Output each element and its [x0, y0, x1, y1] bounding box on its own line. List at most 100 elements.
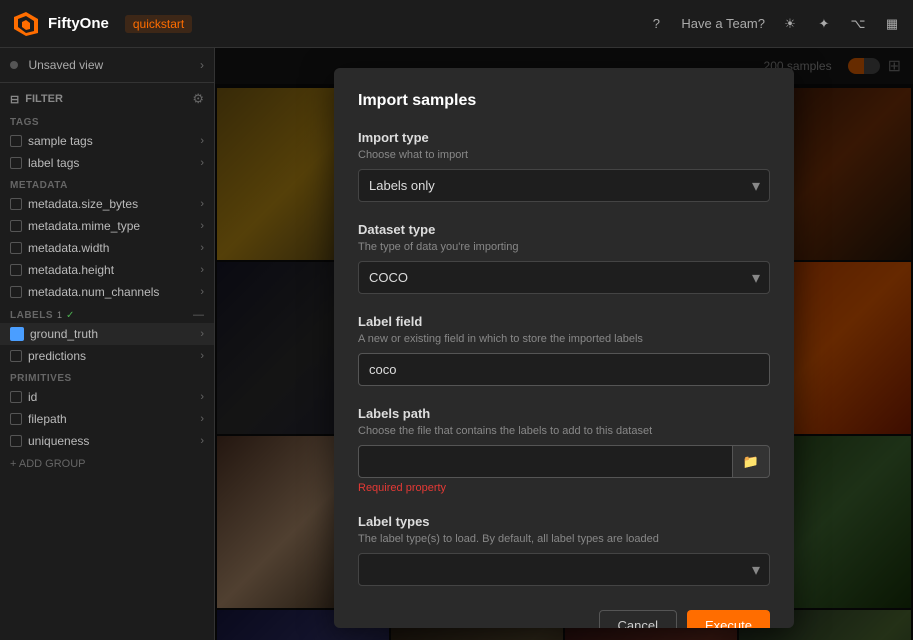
dataset-type-sublabel: The type of data you're importing [358, 241, 770, 253]
sun-icon[interactable]: ☀ [781, 15, 799, 33]
tags-section-title: TAGS [0, 111, 214, 130]
logo[interactable]: FiftyOne [12, 10, 109, 38]
filter-funnel-icon: ⊟ [10, 93, 19, 106]
sidebar-item-metadata-channels[interactable]: metadata.num_channels › [0, 281, 214, 303]
ground-truth-color-icon [10, 327, 24, 341]
predictions-label: predictions [28, 349, 86, 363]
metadata-channels-expand-icon[interactable]: › [200, 286, 204, 298]
unsaved-view-label: Unsaved view [28, 58, 103, 72]
logo-icon [12, 10, 40, 38]
sample-tags-checkbox[interactable] [10, 135, 22, 147]
label-field-label: Label field [358, 314, 770, 329]
label-types-select[interactable]: Detection Segmentation Keypoints [358, 553, 770, 586]
import-type-select[interactable]: Labels only Samples Labels and samples [358, 169, 770, 202]
filter-title-label: ⊟ FILTER [10, 93, 63, 106]
id-label: id [28, 390, 37, 404]
metadata-size-checkbox[interactable] [10, 198, 22, 210]
labels-path-sublabel: Choose the file that contains the labels… [358, 425, 770, 437]
import-samples-modal: Import samples Import type Choose what t… [334, 68, 794, 628]
label-types-label: Label types [358, 514, 770, 529]
labels-path-section: Labels path Choose the file that contain… [358, 406, 770, 494]
view-dot [10, 61, 18, 69]
predictions-expand-icon[interactable]: › [200, 350, 204, 362]
metadata-width-label: metadata.width [28, 241, 109, 255]
metadata-width-expand-icon[interactable]: › [200, 242, 204, 254]
label-types-select-wrapper: Detection Segmentation Keypoints [358, 553, 770, 586]
filter-header: ⊟ FILTER ⚙ [0, 83, 214, 111]
metadata-mime-checkbox[interactable] [10, 220, 22, 232]
cancel-button[interactable]: Cancel [599, 610, 677, 628]
sidebar-item-predictions[interactable]: predictions › [0, 345, 214, 367]
labels-collapse-icon[interactable]: — [193, 309, 204, 321]
help-icon[interactable]: ? [647, 15, 665, 33]
sidebar-item-sample-tags[interactable]: sample tags › [0, 130, 214, 152]
metadata-channels-checkbox[interactable] [10, 286, 22, 298]
predictions-checkbox[interactable] [10, 350, 22, 362]
metadata-mime-expand-icon[interactable]: › [200, 220, 204, 232]
execute-button[interactable]: Execute [687, 610, 770, 628]
label-tags-label: label tags [28, 156, 79, 170]
metadata-size-expand-icon[interactable]: › [200, 198, 204, 210]
sidebar-item-metadata-mime[interactable]: metadata.mime_type › [0, 215, 214, 237]
dataset-type-label: Dataset type [358, 222, 770, 237]
sidebar-item-ground-truth[interactable]: ground_truth › [0, 323, 214, 345]
filepath-label: filepath [28, 412, 67, 426]
sidebar-item-metadata-height[interactable]: metadata.height › [0, 259, 214, 281]
import-type-label: Import type [358, 130, 770, 145]
grid-icon[interactable]: ✦ [815, 15, 833, 33]
uniqueness-label: uniqueness [28, 434, 89, 448]
sidebar-item-uniqueness[interactable]: uniqueness › [0, 430, 214, 452]
labels-path-input[interactable] [358, 445, 732, 478]
metadata-section-title: METADATA [0, 174, 214, 193]
github-icon[interactable]: ⌥ [849, 15, 867, 33]
sample-tags-expand-icon[interactable]: › [200, 135, 204, 147]
view-row[interactable]: Unsaved view › [0, 48, 214, 83]
metadata-size-label: metadata.size_bytes [28, 197, 138, 211]
filepath-expand-icon[interactable]: › [200, 413, 204, 425]
uniqueness-checkbox[interactable] [10, 435, 22, 447]
uniqueness-expand-icon[interactable]: › [200, 435, 204, 447]
dataset-type-section: Dataset type The type of data you're imp… [358, 222, 770, 294]
modal-footer: Cancel Execute [358, 610, 770, 628]
sidebar-item-label-tags[interactable]: label tags › [0, 152, 214, 174]
label-field-input[interactable] [358, 353, 770, 386]
app-name: FiftyOne [48, 15, 109, 32]
id-checkbox[interactable] [10, 391, 22, 403]
filepath-checkbox[interactable] [10, 413, 22, 425]
labels-count-badge: 1 [57, 310, 62, 320]
topbar: FiftyOne quickstart ? Have a Team? ☀ ✦ ⌥… [0, 0, 913, 48]
sidebar-item-metadata-size[interactable]: metadata.size_bytes › [0, 193, 214, 215]
view-chevron-icon: › [200, 58, 204, 72]
filter-settings-icon[interactable]: ⚙ [192, 91, 204, 107]
labels-section-header: LABELS 1 ✓ — [0, 303, 214, 323]
sidebar-item-metadata-width[interactable]: metadata.width › [0, 237, 214, 259]
import-type-section: Import type Choose what to import Labels… [358, 130, 770, 202]
labels-path-browse-button[interactable]: 📁 [732, 445, 770, 478]
menu-icon[interactable]: ▦ [883, 15, 901, 33]
labels-check-icon: ✓ [66, 310, 74, 321]
label-types-sublabel: The label type(s) to load. By default, a… [358, 533, 770, 545]
dataset-badge[interactable]: quickstart [125, 15, 192, 33]
ground-truth-expand-icon[interactable]: › [200, 328, 204, 340]
id-expand-icon[interactable]: › [200, 391, 204, 403]
metadata-height-label: metadata.height [28, 263, 114, 277]
metadata-height-expand-icon[interactable]: › [200, 264, 204, 276]
label-tags-expand-icon[interactable]: › [200, 157, 204, 169]
metadata-height-checkbox[interactable] [10, 264, 22, 276]
import-type-select-wrapper: Labels only Samples Labels and samples [358, 169, 770, 202]
labels-path-label: Labels path [358, 406, 770, 421]
main-layout: Unsaved view › ⊟ FILTER ⚙ TAGS sample ta… [0, 48, 913, 640]
metadata-width-checkbox[interactable] [10, 242, 22, 254]
ground-truth-label: ground_truth [30, 327, 98, 341]
folder-icon: 📁 [743, 454, 759, 470]
sidebar-item-id[interactable]: id › [0, 386, 214, 408]
label-field-sublabel: A new or existing field in which to stor… [358, 333, 770, 345]
labels-section-title: LABELS [10, 310, 53, 321]
topbar-right: ? Have a Team? ☀ ✦ ⌥ ▦ [647, 15, 901, 33]
sidebar-item-filepath[interactable]: filepath › [0, 408, 214, 430]
primitives-section-title: PRIMITIVES [0, 367, 214, 386]
dataset-type-select[interactable]: COCO VOC YOLO [358, 261, 770, 294]
sample-tags-label: sample tags [28, 134, 93, 148]
add-group-button[interactable]: + ADD GROUP [0, 452, 214, 476]
label-tags-checkbox[interactable] [10, 157, 22, 169]
